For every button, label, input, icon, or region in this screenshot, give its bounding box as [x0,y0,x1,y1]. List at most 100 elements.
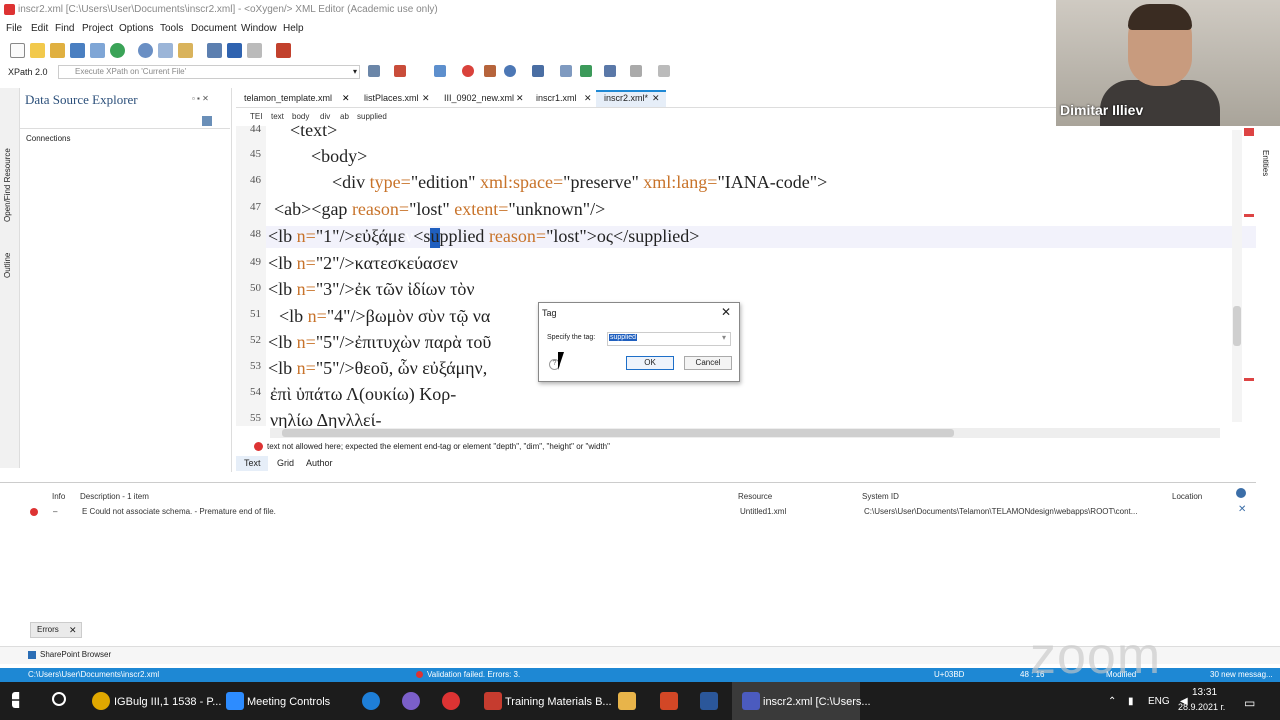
close-icon[interactable]: ✕ [1238,504,1246,515]
chevron-up-icon[interactable]: ⌃ [1108,696,1116,707]
windows-start-icon[interactable] [12,692,20,708]
code-line[interactable]: <lb n="5"/>ἐπιτυχὼν παρὰ τοῦ [268,332,491,353]
code-line[interactable]: <lb n="4"/>βωμὸν σὺν τῷ να [279,306,490,327]
crumb-supplied[interactable]: supplied [357,112,387,121]
crumb-text[interactable]: text [271,112,284,121]
oxygen-icon[interactable] [742,692,760,710]
back-arrow-icon[interactable] [227,43,242,58]
chrome-icon[interactable] [92,692,110,710]
spellcheck-icon[interactable] [434,65,446,77]
tool-disabled-icon[interactable] [658,65,670,77]
col-system-id[interactable]: System ID [862,492,899,501]
col-info[interactable]: Info [52,492,65,501]
tab-close-icon[interactable]: ✕ [652,93,660,104]
taskbar-inscr2[interactable]: inscr2.xml [C:\Users... [763,696,871,708]
status-messages[interactable]: 30 new messag... [1210,670,1273,679]
taskbar-meeting-controls[interactable]: Meeting Controls [247,696,330,708]
vertical-scrollbar[interactable] [1232,130,1242,422]
col-description[interactable]: Description - 1 item [80,492,149,501]
error-marker-icon[interactable] [1244,128,1254,136]
outline-tab[interactable]: Outline [3,238,12,278]
menu-options[interactable]: Options [119,23,153,34]
error-stripe[interactable] [1244,214,1254,217]
code-line[interactable]: <ab><gap reason="lost" extent="unknown"/… [274,199,605,220]
clock-date[interactable]: 28.9.2021 г. [1178,702,1225,712]
tab-close-icon[interactable]: ✕ [422,93,430,104]
save-all-icon[interactable] [90,43,105,58]
open-url-icon[interactable] [50,43,65,58]
pdf-icon[interactable] [484,692,502,710]
cancel-button[interactable]: Cancel [684,356,732,370]
menu-project[interactable]: Project [82,23,113,34]
run-transform-icon[interactable] [462,65,474,77]
xpath-tool-icon[interactable] [580,65,592,77]
taskbar-training-materials[interactable]: Training Materials B... [505,696,612,708]
vertical-scroll-thumb[interactable] [1233,306,1241,346]
language-indicator[interactable]: ENG [1148,696,1170,707]
validate-icon[interactable] [394,65,406,77]
sharepoint-label[interactable]: SharePoint Browser [40,650,111,659]
explorer-icon[interactable] [618,692,636,710]
notification-icon[interactable]: ▭ [1244,696,1255,710]
edit-disabled-icon[interactable] [630,65,642,77]
code-line[interactable]: <body> [311,146,367,167]
col-resource[interactable]: Resource [738,492,772,501]
code-line[interactable]: <lb n="1"/>εὐξάμεν<supplied reason="lost… [268,226,699,247]
save-icon[interactable] [70,43,85,58]
code-line[interactable]: <text> [290,120,337,141]
taskbar-chrome[interactable]: IGBulg III,1 1538 - P... [114,696,221,708]
menu-file[interactable]: File [6,23,22,34]
tab-listplaces[interactable]: listPlaces.xml [364,93,419,103]
code-line[interactable]: <div type="edition" xml:space="preserve"… [332,172,827,193]
tab-close-icon[interactable]: ✕ [516,93,524,104]
tab-inscr2[interactable]: inscr2.xml* [604,93,648,103]
open-find-resource-tab[interactable]: Open/Find Resource [3,132,12,222]
menu-help[interactable]: Help [283,23,304,34]
tag-value[interactable]: supplied [609,334,638,341]
crumb-ab[interactable]: ab [340,112,349,121]
tab-text-mode[interactable]: Text [244,458,261,468]
close-icon[interactable]: ✕ [721,305,731,319]
chevron-down-icon[interactable]: ▾ [722,333,726,342]
menu-document[interactable]: Document [191,23,237,34]
edge-icon[interactable] [362,692,380,710]
tab-telamon-template[interactable]: telamon_template.xml [244,93,332,103]
tag-icon[interactable] [560,65,572,77]
fo-icon[interactable] [276,43,291,58]
tab-close-icon[interactable]: ✕ [584,93,592,104]
tab-grid-mode[interactable]: Grid [277,458,294,468]
tab-iii-0902[interactable]: III_0902_new.xml [444,93,514,103]
format-indent-icon[interactable] [532,65,544,77]
reload-icon[interactable] [110,43,125,58]
clock-time[interactable]: 13:31 [1192,687,1217,698]
xpath-version[interactable]: XPath 2.0 [8,67,48,77]
ok-button[interactable]: OK [626,356,674,370]
viber-icon[interactable] [402,692,420,710]
chevron-down-icon[interactable]: ▾ [353,67,357,76]
tab-author-mode[interactable]: Author [306,458,333,468]
errors-tab[interactable]: Errors ✕ [30,622,82,638]
panel-controls-icon[interactable]: ▫ ▪ ✕ [192,94,209,103]
code-line[interactable]: <lb n="3"/>ἐκ τῶν ἰδίων τὸν [268,279,475,300]
horizontal-scroll-thumb[interactable] [282,429,954,437]
find-in-files-icon[interactable] [158,43,173,58]
menu-tools[interactable]: Tools [160,23,183,34]
close-icon[interactable]: ✕ [69,625,77,636]
code-line[interactable]: ἐπὶ ὑπάτω Λ(ουκίω) Κορ- [270,384,456,405]
powerpoint-icon[interactable] [660,692,678,710]
tab-close-icon[interactable]: ✕ [342,93,350,104]
status-validation[interactable]: Validation failed. Errors: 3. [427,670,520,679]
zoom-icon[interactable] [226,692,244,710]
tab-inscr1[interactable]: inscr1.xml [536,93,577,103]
col-location[interactable]: Location [1172,492,1202,501]
open-folder-icon[interactable] [30,43,45,58]
configure-icon[interactable] [202,116,212,126]
xpath-settings-icon[interactable] [368,65,380,77]
opera-icon[interactable] [442,692,460,710]
comment-icon[interactable] [604,65,616,77]
search-icon[interactable] [52,692,66,706]
xpath-input[interactable]: Execute XPath on 'Current File' ▾ [58,65,360,79]
copy-icon[interactable] [178,43,193,58]
word-icon[interactable] [700,692,718,710]
gear-icon[interactable] [1236,488,1246,498]
